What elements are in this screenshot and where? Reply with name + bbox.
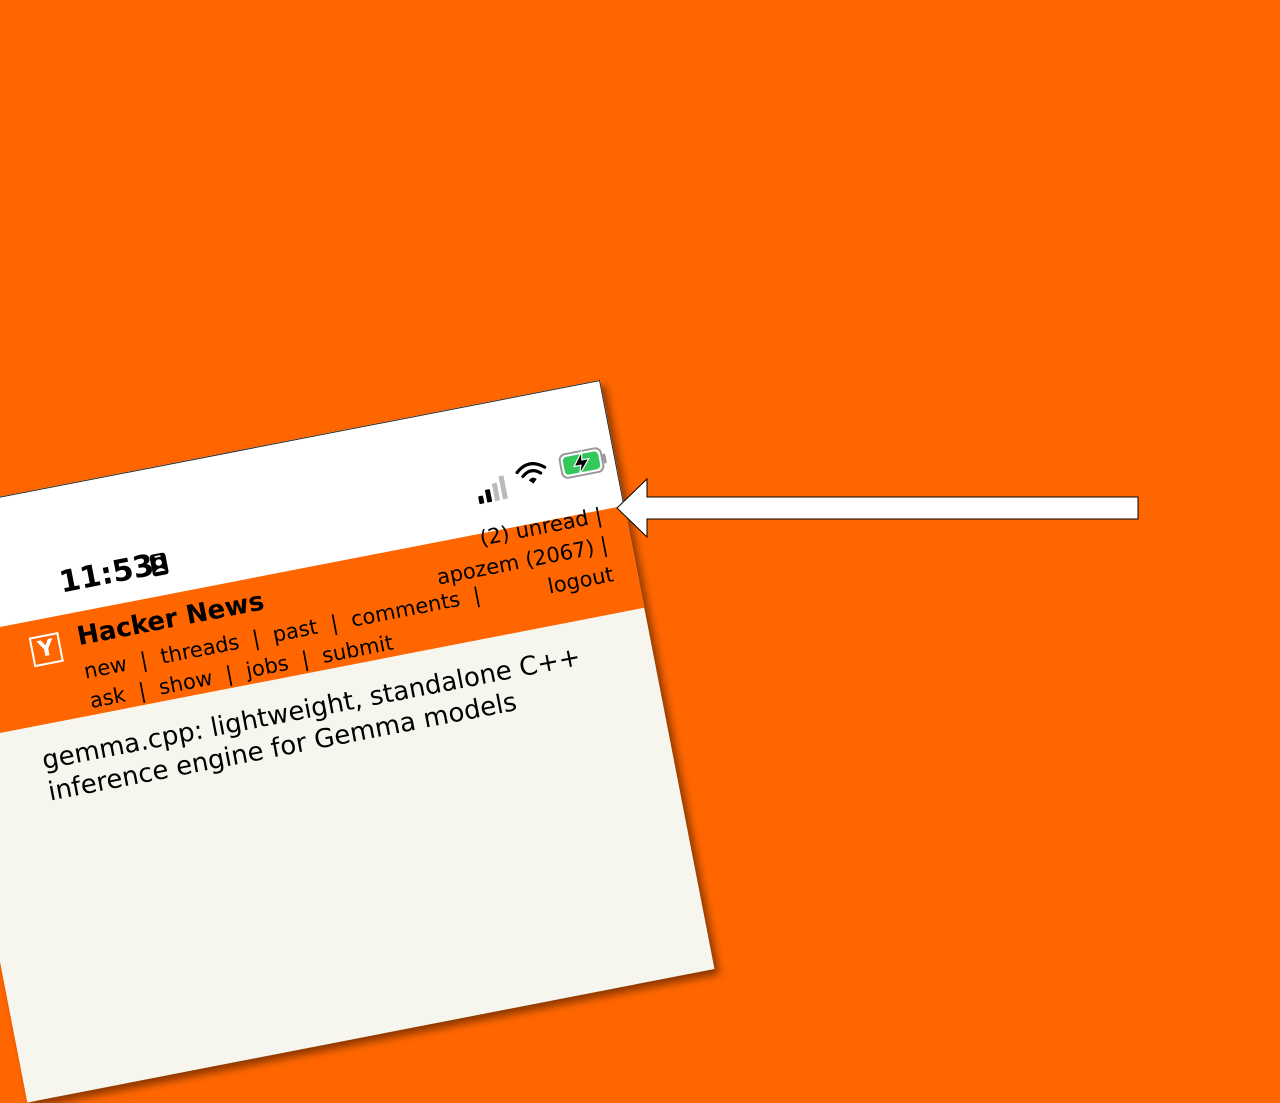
left-arrow-annotation	[616, 478, 1139, 539]
battery-charging-icon	[558, 447, 607, 479]
nav-separator: |	[137, 647, 150, 673]
cellular-signal-icon	[478, 475, 508, 505]
nav-separator: |	[136, 678, 148, 704]
y-logo[interactable]: Y	[28, 632, 64, 668]
nav-separator: |	[328, 610, 340, 636]
nav-separator: |	[250, 625, 262, 651]
phone-screenshot: 11:53 Y Hacker News new | threads | past…	[0, 380, 715, 1103]
nav-separator: |	[223, 661, 236, 687]
nav-separator: |	[299, 646, 312, 672]
wifi-icon	[515, 462, 547, 484]
person-badge-icon	[149, 552, 169, 577]
status-time: 11:53	[56, 547, 157, 601]
